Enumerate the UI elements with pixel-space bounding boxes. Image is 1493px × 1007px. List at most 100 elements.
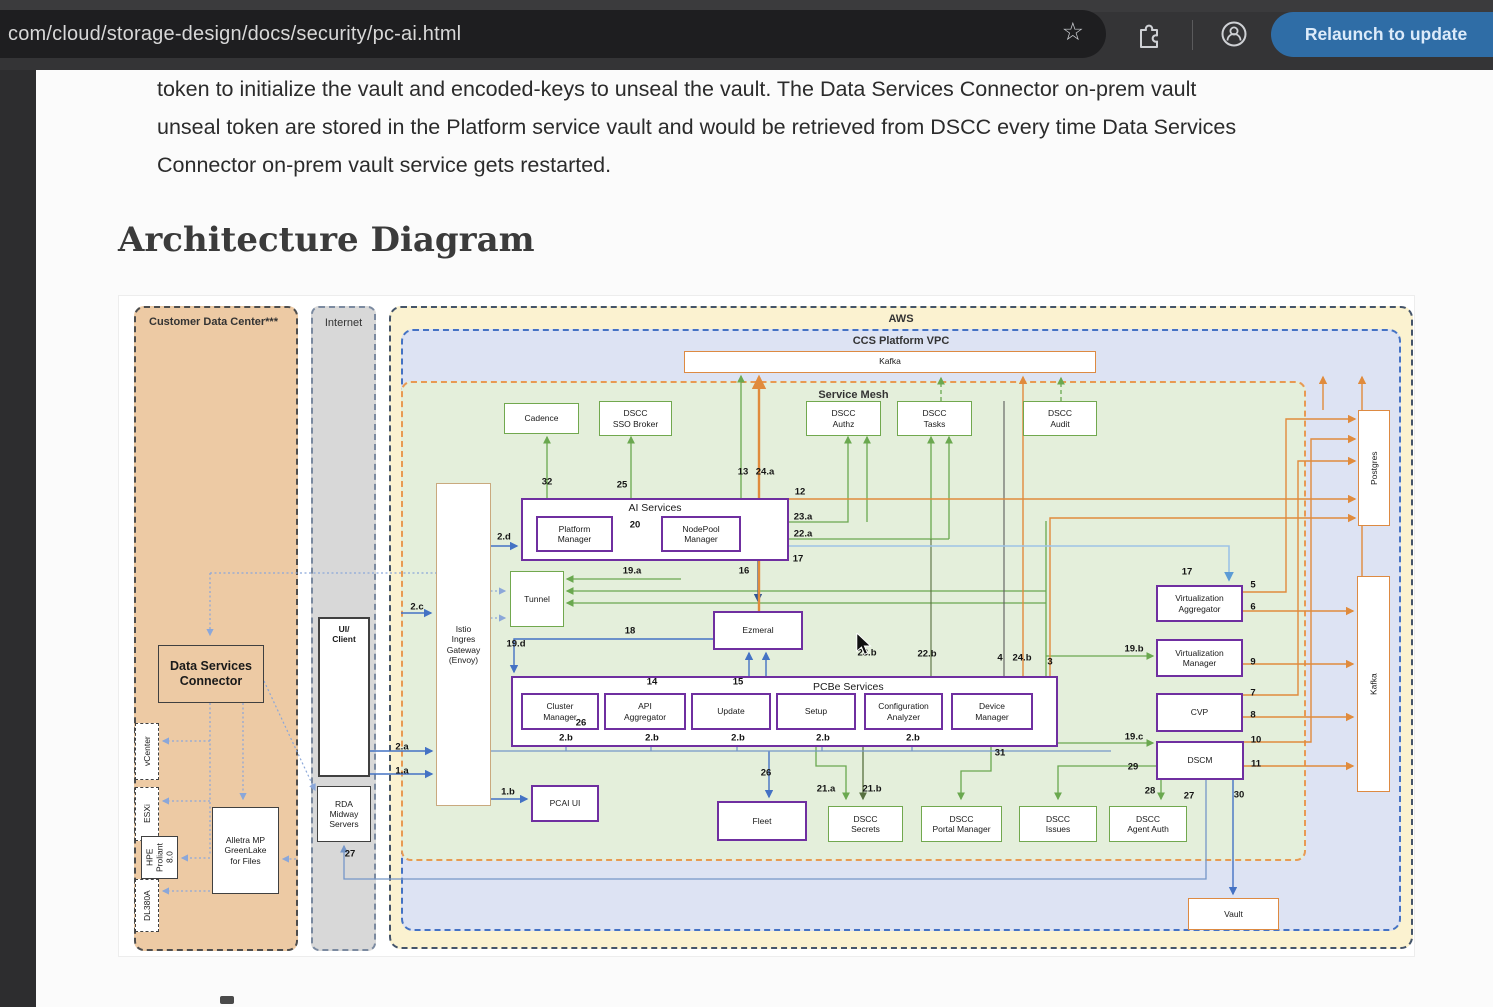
edge-label-28: 28: [1145, 786, 1156, 797]
edge-label-24.a: 24.a: [756, 467, 775, 478]
hpe-proliant-node: HPE Proliant 8.0: [141, 836, 178, 879]
edge-label-21.b: 21.b: [862, 784, 881, 795]
edge-label-8: 8: [1250, 710, 1255, 721]
cvp-node: CVP: [1156, 693, 1243, 732]
edge-label-19.a: 19.a: [623, 566, 642, 577]
edge-label-22.a: 22.a: [794, 529, 813, 540]
dscc-portal-manager-node: DSCC Portal Manager: [921, 806, 1002, 842]
ai-services-label: AI Services: [523, 502, 787, 514]
paragraph-line: unseal token are stored in the Platform …: [157, 108, 1447, 146]
edge-label-2.b: 2.b: [645, 733, 659, 744]
edge-label-13: 13: [738, 467, 749, 478]
url-bar[interactable]: com/cloud/storage-design/docs/security/p…: [0, 10, 1106, 58]
edge-label-15: 15: [733, 677, 744, 688]
edge-label-17: 17: [793, 554, 804, 565]
edge-label-21.a: 21.a: [817, 784, 836, 795]
profile-icon[interactable]: [1219, 19, 1249, 49]
dscm-node: DSCM: [1156, 741, 1244, 780]
edge-label-12: 12: [795, 487, 806, 498]
edge-label-2.b: 2.b: [906, 733, 920, 744]
dscc-issues-node: DSCC Issues: [1019, 806, 1097, 842]
dscc-agent-auth-node: DSCC Agent Auth: [1109, 806, 1187, 842]
edge-label-16: 16: [739, 566, 750, 577]
api-aggregator-node: API Aggregator: [604, 693, 686, 730]
setup-node: Setup: [776, 693, 856, 730]
toolbar-divider: [1192, 20, 1193, 50]
edge-label-18: 18: [625, 626, 636, 637]
architecture-diagram: Customer Data Center*** Internet AWS CCS…: [118, 295, 1415, 957]
edge-label-19.b: 19.b: [1124, 644, 1143, 655]
vault-node: Vault: [1188, 898, 1279, 930]
dl380a-node: DL380A: [135, 879, 159, 932]
edge-label-5: 5: [1250, 580, 1255, 591]
edge-label-6: 6: [1250, 602, 1255, 613]
edge-label-27: 27: [1184, 791, 1195, 802]
edge-label-17: 17: [1182, 567, 1193, 578]
edge-label-3: 3: [1047, 657, 1052, 668]
edge-label-14: 14: [647, 677, 658, 688]
edge-label-20: 20: [630, 520, 641, 531]
kafka-top-label: Kafka: [685, 356, 1095, 366]
edge-label-7: 7: [1250, 688, 1255, 699]
rda-midway-node: RDA Midway Servers: [317, 786, 371, 842]
edge-label-29: 29: [1128, 762, 1139, 773]
nodepool-manager-node: NodePool Manager: [661, 516, 741, 552]
esxi-node: ESXi: [135, 787, 159, 841]
cluster-manager-node: Cluster Manager: [521, 693, 599, 730]
edge-label-4: 4: [997, 653, 1002, 664]
section-heading: Architecture Diagram: [118, 220, 535, 260]
dscc-sso-broker-node: DSCC SSO Broker: [599, 401, 672, 436]
edge-label-10: 10: [1251, 735, 1262, 746]
device-manager-node: Device Manager: [951, 693, 1033, 730]
vcenter-node: vCenter: [135, 723, 159, 780]
edge-label-2.b: 2.b: [816, 733, 830, 744]
edge-label-26: 26: [761, 768, 772, 779]
edge-label-1.b: 1.b: [501, 787, 515, 798]
data-services-connector-node: Data Services Connector: [158, 645, 264, 703]
relaunch-button[interactable]: Relaunch to update: [1271, 12, 1493, 57]
paragraph-line: Connector on-prem vault service gets res…: [157, 146, 1447, 184]
edge-label-22.b: 22.b: [917, 649, 936, 660]
pcai-ui-node: PCAI UI: [531, 785, 599, 822]
screen: { "browser": { "url": "com/cloud/storage…: [0, 0, 1493, 1007]
bookmark-star-icon[interactable]: ☆: [1062, 17, 1084, 47]
browser-toolbar: com/cloud/storage-design/docs/security/p…: [0, 0, 1493, 70]
edge-label-9: 9: [1250, 657, 1255, 668]
edge-label-31: 31: [995, 748, 1006, 759]
edge-label-30: 30: [1234, 790, 1245, 801]
edge-label-1.a: 1.a: [395, 766, 408, 777]
configuration-analyzer-node: Configuration Analyzer: [864, 693, 943, 730]
edge-label-2.a: 2.a: [395, 742, 408, 753]
fleet-node: Fleet: [717, 801, 807, 841]
extensions-icon[interactable]: [1133, 19, 1163, 49]
postgres-node: Postgres: [1358, 410, 1390, 526]
edge-label-2.c: 2.c: [410, 602, 423, 613]
edge-label-24.b: 24.b: [1012, 653, 1031, 664]
platform-manager-node: Platform Manager: [536, 516, 613, 552]
dscc-audit-node: DSCC Audit: [1023, 401, 1097, 436]
pcbe-services-label: PCBe Services: [813, 681, 884, 693]
edge-label-26: 26: [576, 718, 587, 729]
virtualization-aggregator-node: Virtualization Aggregator: [1156, 585, 1243, 622]
cut-off-text: [220, 996, 234, 1004]
paragraph-line: token to initialize the vault and encode…: [157, 70, 1447, 108]
istio-ingress-gateway-node: Istio Ingres Gateway (Envoy): [436, 483, 491, 806]
update-node: Update: [691, 693, 771, 730]
body-paragraph: token to initialize the vault and encode…: [157, 70, 1447, 184]
alletra-node: Alletra MP GreenLake for Files: [212, 807, 279, 894]
edge-label-2.b: 2.b: [559, 733, 573, 744]
edge-label-19.c: 19.c: [1125, 732, 1144, 743]
edge-label-32: 32: [542, 477, 553, 488]
dscc-authz-node: DSCC Authz: [806, 401, 881, 436]
ezmeral-node: Ezmeral: [713, 611, 803, 650]
edge-label-23.a: 23.a: [794, 512, 813, 523]
edge-label-2.b: 2.b: [731, 733, 745, 744]
edge-label-19.d: 19.d: [506, 639, 525, 650]
left-dark-sidebar: [0, 70, 36, 1007]
ui-client-node: UI/ Client: [318, 617, 370, 777]
url-text[interactable]: com/cloud/storage-design/docs/security/p…: [0, 23, 461, 46]
edge-label-27: 27: [345, 849, 356, 860]
cadence-node: Cadence: [504, 403, 579, 434]
kafka-top-bar: Kafka: [684, 351, 1096, 373]
dscc-tasks-node: DSCC Tasks: [897, 401, 972, 436]
